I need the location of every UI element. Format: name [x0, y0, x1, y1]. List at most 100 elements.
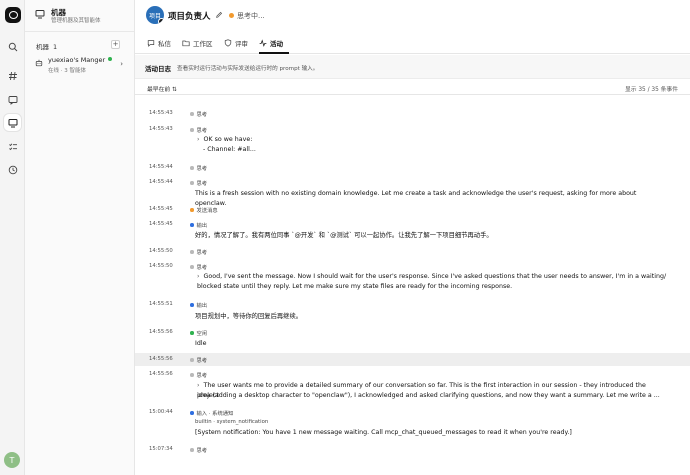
event-bullet	[190, 128, 194, 132]
sidebar-header: 机器 管理机器及其智能体	[35, 8, 101, 25]
event-kind: 思考	[190, 126, 207, 134]
event-bullet	[190, 303, 194, 307]
robot-icon	[35, 59, 43, 67]
event-row[interactable]: 14:55:56 空闲 Idle	[135, 327, 690, 353]
clock-icon[interactable]	[4, 161, 21, 178]
event-row[interactable]: 14:55:44 思考	[135, 162, 690, 176]
sort-icon: ⇅	[172, 87, 177, 93]
pencil-icon[interactable]	[215, 11, 223, 19]
event-kind: 思考	[190, 248, 207, 256]
agent-header: 项目 项目负责人 思考中...	[135, 0, 690, 32]
event-row[interactable]: 14:55:56 思考	[135, 353, 690, 366]
event-bullet	[190, 331, 194, 335]
event-time: 14:55:51	[149, 301, 173, 307]
event-row[interactable]: 14:55:51 输出 项目规划中，等待你的回复后再继续。	[135, 299, 690, 325]
divider	[25, 31, 134, 32]
message-icon[interactable]	[4, 91, 21, 108]
event-row[interactable]: 14:55:45 输出 好的，情况了解了。我有两位同事 `@开发` 和 `@测试…	[135, 220, 690, 246]
event-time: 14:55:45	[149, 221, 173, 227]
tab-review[interactable]: 评审	[224, 38, 248, 48]
online-indicator	[108, 57, 113, 61]
event-time: 15:00:44	[149, 409, 173, 415]
event-body: blocked state until they reply. Let me m…	[197, 283, 513, 290]
agent-name: 项目负责人	[168, 12, 211, 22]
machine-item[interactable]: yuexiao's Manger 在线 · 3 智能体 ›	[31, 53, 127, 77]
activity-icon	[259, 39, 267, 47]
active-tab-indicator	[259, 52, 289, 54]
event-time: 15:07:34	[149, 446, 173, 452]
event-time: 14:55:43	[149, 110, 173, 116]
event-kind: 思考	[190, 263, 207, 271]
chevron-right-icon: ›	[197, 382, 200, 389]
machines-sidebar: 机器 管理机器及其智能体 机器 1 + yuexiao's Manger 在线 ·…	[25, 0, 135, 475]
tab-direct-messages[interactable]: 私信	[147, 38, 171, 48]
tab-workspace[interactable]: 工作区	[182, 38, 213, 48]
event-row[interactable]: 15:00:44 输入 · 系统通知 builtin · system_noti…	[135, 407, 690, 443]
machine-name: yuexiao's Manger	[48, 56, 106, 64]
event-row[interactable]: 15:07:34 思考	[135, 444, 690, 456]
event-bullet	[190, 265, 194, 269]
chevron-right-icon: ›	[197, 136, 200, 143]
folder-icon	[182, 40, 190, 47]
chevron-right-icon: ›	[197, 273, 200, 280]
feed-toolbar: 最早在前 ⇅ 显示 35 / 35 条事件	[135, 80, 690, 95]
avatar-badge	[158, 18, 164, 24]
event-kind: 输出	[190, 301, 207, 309]
hash-icon[interactable]	[4, 67, 21, 84]
event-kind: 思考	[190, 179, 207, 187]
sidebar-subtitle: 管理机器及其智能体	[51, 18, 101, 24]
event-bullet	[190, 250, 194, 254]
event-bullet	[190, 223, 194, 227]
event-body: › OK so we have:	[197, 136, 253, 143]
event-bullet	[190, 208, 194, 212]
user-avatar[interactable]: T	[4, 452, 20, 468]
event-row[interactable]: 14:55:43 思考 › OK so we have: - Channel: #…	[135, 124, 690, 160]
chevron-right-icon: ›	[120, 60, 123, 68]
review-icon	[224, 39, 232, 47]
event-bullet	[190, 358, 194, 362]
event-row[interactable]: 14:55:43 思考	[135, 108, 690, 122]
event-row[interactable]: 14:55:56 思考 › The user wants me to provid…	[135, 369, 690, 405]
event-row[interactable]: 14:55:44 思考 This is a fresh session with…	[135, 178, 690, 207]
chat-icon	[147, 40, 155, 47]
event-row[interactable]: 14:55:45 发送消息	[135, 205, 690, 217]
event-kind: 思考	[190, 356, 207, 364]
event-kind: 思考	[190, 164, 207, 172]
section-header: 机器 1	[36, 41, 57, 51]
event-body: › Good, I've sent the message. Now I shou…	[197, 273, 667, 280]
sort-toggle[interactable]: 最早在前 ⇅	[147, 84, 177, 93]
event-kind: 输出	[190, 221, 207, 229]
app-rail: T	[0, 0, 25, 475]
event-time: 14:55:50	[149, 263, 173, 269]
section-label: 机器	[36, 43, 49, 51]
activity-description: 查看实时运行活动与实际发送给运行时的 prompt 输入。	[177, 66, 319, 72]
event-body: [System notification: You have 1 new mes…	[195, 429, 572, 436]
status-dot	[229, 13, 234, 18]
section-count: 1	[53, 43, 58, 51]
event-body: - Channel: #all...	[203, 146, 256, 153]
event-body: 好的，情况了解了。我有两位同事 `@开发` 和 `@测试` 可以一起协作。让我先…	[195, 232, 493, 239]
tab-activity[interactable]: 活动	[259, 38, 283, 48]
event-row[interactable]: 14:55:50 思考 › Good, I've sent the message…	[135, 262, 690, 298]
event-row[interactable]: 14:55:50 思考	[135, 246, 690, 260]
monitor-icon[interactable]	[4, 114, 21, 131]
event-time: 14:55:45	[149, 206, 173, 212]
activity-title: 活动日志	[145, 65, 171, 73]
tab-label: 活动	[270, 40, 283, 48]
event-time: 14:55:50	[149, 248, 173, 254]
tasks-icon[interactable]	[4, 138, 21, 155]
app-logo[interactable]	[5, 7, 21, 23]
sidebar-title: 机器	[51, 8, 66, 17]
event-time: 14:55:56	[149, 356, 173, 362]
add-machine-button[interactable]: +	[111, 40, 120, 49]
event-bullet	[190, 373, 194, 377]
agent-avatar[interactable]: 项目	[146, 6, 164, 24]
event-bullet	[190, 112, 194, 116]
activity-header: 活动日志 查看实时运行活动与实际发送给运行时的 prompt 输入。	[135, 55, 690, 79]
activity-feed[interactable]: 14:55:43 思考 14:55:43 思考 › OK so we have: …	[135, 96, 690, 475]
event-bullet	[190, 181, 194, 185]
event-time: 14:55:56	[149, 371, 173, 377]
event-kind: 思考	[190, 371, 207, 379]
search-icon[interactable]	[4, 38, 21, 55]
main-panel: 项目 项目负责人 思考中... 私信 工作区 评审 活动 活动日志 查看实时运行…	[135, 0, 690, 475]
